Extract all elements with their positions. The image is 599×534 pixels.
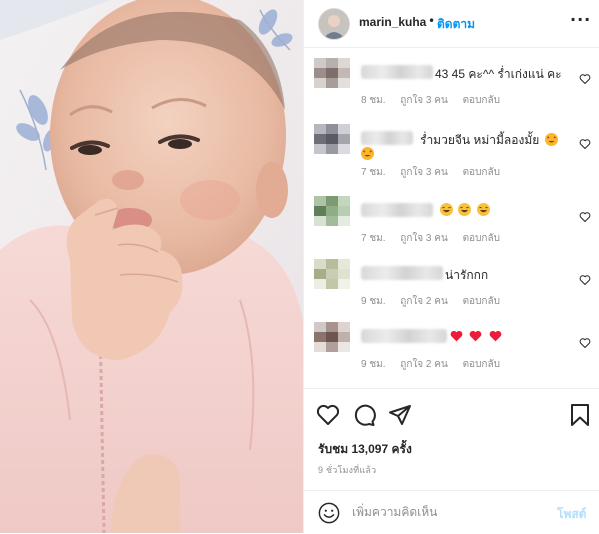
comment-meta: 7 ชม. ถูกใจ 3 คน ตอบกลับ	[361, 165, 512, 180]
post-timestamp[interactable]: 9 ชั่วโมงที่แล้ว	[318, 463, 376, 477]
comment-text: ร่ำมวยจีน หม่ามี้ลองมั้ย	[420, 131, 558, 150]
comment-text: 43 45 คะ^^ ร่ำเก่งแน่ คะ	[435, 67, 562, 81]
commenter-avatar-blurred[interactable]	[314, 322, 350, 352]
red-heart-emoji-icon	[469, 330, 482, 342]
comment-list[interactable]: 43 45 คะ^^ ร่ำเก่งแน่ คะ 8 ชม. ถูกใจ 3 ค…	[304, 48, 599, 388]
view-count[interactable]: รับชม 13,097 ครั้ง	[318, 440, 412, 459]
author-username[interactable]: marin_kuha	[359, 15, 426, 29]
comment-input[interactable]	[352, 501, 542, 523]
comment-likes[interactable]: ถูกใจ 2 คน	[400, 296, 448, 307]
reply-button[interactable]: ตอบกลับ	[463, 233, 500, 244]
bookmark-icon[interactable]	[568, 403, 592, 427]
comment-likes[interactable]: ถูกใจ 3 คน	[400, 233, 448, 244]
comment-bubble-icon[interactable]	[352, 403, 376, 427]
header-separator: •	[428, 14, 436, 28]
share-paper-plane-icon[interactable]	[388, 403, 412, 427]
reply-button[interactable]: ตอบกลับ	[463, 167, 500, 178]
comment-meta: 9 ชม. ถูกใจ 2 คน ตอบกลับ	[361, 357, 512, 372]
heart-eyes-emoji-icon	[361, 147, 374, 160]
commenter-avatar-blurred[interactable]	[314, 259, 350, 289]
grinning-emoji-icon	[440, 203, 453, 216]
comment-likes[interactable]: ถูกใจ 3 คน	[400, 95, 448, 106]
red-heart-emoji-icon	[489, 330, 502, 342]
comment-meta: 9 ชม. ถูกใจ 2 คน ตอบกลับ	[361, 294, 512, 309]
commenter-avatar-blurred[interactable]	[314, 124, 350, 154]
comment-like-heart-icon[interactable]	[579, 337, 591, 349]
heart-outline-icon[interactable]	[316, 403, 340, 427]
author-avatar[interactable]	[318, 8, 350, 40]
comment-item: น่ารักกก 9 ชม. ถูกใจ 2 คน ตอบกลับ	[304, 249, 599, 311]
avatar-image	[319, 9, 349, 39]
comment-text	[450, 329, 502, 343]
comment-meta: 7 ชม. ถูกใจ 3 คน ตอบกลับ	[361, 231, 512, 246]
red-heart-emoji-icon	[450, 330, 463, 342]
add-comment-bar: โพสต์	[304, 490, 599, 534]
comment-item: 7 ชม. ถูกใจ 3 คน ตอบกลับ	[304, 186, 599, 248]
comment-like-heart-icon[interactable]	[579, 73, 591, 85]
comment-text: น่ารักกก	[445, 268, 489, 282]
commenter-username-blurred[interactable]	[361, 329, 447, 343]
comment-time: 7 ชม.	[361, 233, 386, 244]
commenter-avatar-blurred[interactable]	[314, 196, 350, 226]
comment-item: 9 ชม. ถูกใจ 2 คน ตอบกลับ	[304, 312, 599, 374]
more-options-icon[interactable]: ···	[570, 10, 591, 29]
post-side-panel: marin_kuha • ติดตาม ··· 43 45 คะ^^ ร่ำเก…	[303, 0, 599, 533]
comment-item: ร่ำมวยจีน หม่ามี้ลองมั้ย 7 ชม. ถูกใจ 3 ค…	[304, 114, 599, 180]
reply-button[interactable]: ตอบกลับ	[463, 95, 500, 106]
comment-text	[438, 203, 490, 217]
commenter-username-blurred[interactable]	[361, 131, 413, 145]
comment-meta: 8 ชม. ถูกใจ 3 คน ตอบกลับ	[361, 93, 512, 108]
grinning-emoji-icon	[476, 203, 490, 216]
commenter-avatar-blurred[interactable]	[314, 58, 350, 88]
post-photo[interactable]	[0, 0, 303, 533]
baby-photo-illustration	[0, 0, 303, 533]
comment-likes[interactable]: ถูกใจ 2 คน	[400, 359, 448, 370]
commenter-username-blurred[interactable]	[361, 203, 433, 217]
post-actions: รับชม 13,097 ครั้ง 9 ชั่วโมงที่แล้ว โพสต…	[304, 388, 599, 533]
comment-item: 43 45 คะ^^ ร่ำเก่งแน่ คะ 8 ชม. ถูกใจ 3 ค…	[304, 48, 599, 110]
emoji-smiley-icon[interactable]	[318, 502, 340, 524]
reply-button[interactable]: ตอบกลับ	[463, 359, 500, 370]
comment-text-content: ร่ำมวยจีน หม่ามี้ลองมั้ย	[420, 133, 540, 147]
heart-eyes-emoji-icon	[544, 133, 558, 146]
comment-time: 8 ชม.	[361, 95, 386, 106]
comment-likes[interactable]: ถูกใจ 3 คน	[400, 167, 448, 178]
instagram-post: marin_kuha • ติดตาม ··· 43 45 คะ^^ ร่ำเก…	[0, 0, 599, 533]
commenter-username-blurred[interactable]	[361, 266, 443, 280]
comment-like-heart-icon[interactable]	[579, 274, 591, 286]
post-header: marin_kuha • ติดตาม ···	[304, 0, 599, 48]
post-comment-button[interactable]: โพสต์	[557, 505, 586, 524]
comment-time: 7 ชม.	[361, 167, 386, 178]
grinning-emoji-icon	[458, 203, 472, 216]
comment-like-heart-icon[interactable]	[579, 211, 591, 223]
commenter-username-blurred[interactable]	[361, 65, 433, 79]
follow-button[interactable]: ติดตาม	[437, 15, 475, 34]
comment-like-heart-icon[interactable]	[579, 138, 591, 150]
comment-time: 9 ชม.	[361, 296, 386, 307]
comment-time: 9 ชม.	[361, 359, 386, 370]
reply-button[interactable]: ตอบกลับ	[463, 296, 500, 307]
